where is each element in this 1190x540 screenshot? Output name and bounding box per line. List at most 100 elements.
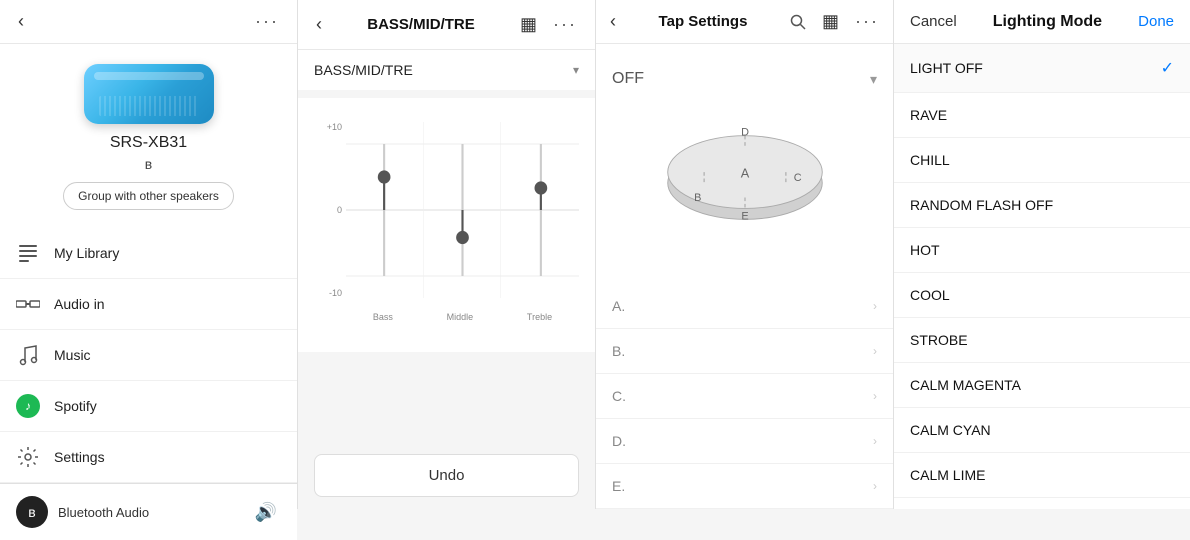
lighting-item-chill[interactable]: CHILL bbox=[894, 138, 1190, 183]
search-icon bbox=[790, 14, 806, 30]
tap-header: ‹ Tap Settings ▦ ··· bbox=[596, 0, 893, 44]
lighting-item-light-off-label: LIGHT OFF bbox=[910, 60, 983, 76]
eq-preset-label: BASS/MID/TRE bbox=[314, 62, 413, 78]
tap-search-button[interactable] bbox=[786, 7, 810, 36]
undo-button[interactable]: Undo bbox=[314, 454, 579, 497]
speaker-section: SRS-XB31 ʙ Group with other speakers bbox=[0, 44, 297, 220]
tap-zone-a-chevron-icon: › bbox=[873, 299, 877, 313]
settings-icon bbox=[16, 445, 40, 469]
main-panel: ‹ ··· SRS-XB31 ʙ Group with other speake… bbox=[0, 0, 298, 509]
eq-back-button[interactable]: ‹ bbox=[312, 10, 326, 39]
lighting-item-calm-cinnabar[interactable]: CALM CINNABAR bbox=[894, 498, 1190, 509]
cancel-button[interactable]: Cancel bbox=[910, 13, 957, 30]
lighting-item-strobe-label: STROBE bbox=[910, 332, 968, 348]
tap-zone-d-chevron-icon: › bbox=[873, 434, 877, 448]
selected-check-icon: ✓ bbox=[1161, 58, 1174, 78]
speaker-3d-diagram: A B C D E bbox=[645, 108, 845, 258]
svg-text:C: C bbox=[793, 172, 801, 184]
sidebar-item-audio-in[interactable]: Audio in bbox=[0, 279, 297, 330]
bluetooth-symbol: ʙ bbox=[145, 156, 152, 172]
sidebar-item-spotify[interactable]: Spotify bbox=[0, 381, 297, 432]
tap-zone-e-label: E. bbox=[612, 478, 625, 494]
tap-zones-list: A. › B. › C. › D. › E. › bbox=[596, 284, 893, 509]
tap-panel: ‹ Tap Settings ▦ ··· OFF ▾ bbox=[596, 0, 894, 509]
footer-left: ʙ Bluetooth Audio bbox=[16, 496, 149, 528]
lighting-item-chill-label: CHILL bbox=[910, 152, 950, 168]
tap-grid-button[interactable]: ▦ bbox=[818, 7, 843, 36]
main-header: ‹ ··· bbox=[0, 0, 297, 44]
lighting-item-calm-lime[interactable]: CALM LIME bbox=[894, 453, 1190, 498]
lighting-item-rave-label: RAVE bbox=[910, 107, 947, 123]
lighting-item-cool-label: COOL bbox=[910, 287, 950, 303]
eq-x-labels: Bass Middle Treble bbox=[346, 312, 579, 322]
tap-zone-d[interactable]: D. › bbox=[596, 419, 893, 464]
tap-zone-b[interactable]: B. › bbox=[596, 329, 893, 374]
lighting-item-hot[interactable]: HOT bbox=[894, 228, 1190, 273]
lighting-item-calm-magenta-label: CALM MAGENTA bbox=[910, 377, 1021, 393]
speaker-name: SRS-XB31 bbox=[110, 134, 187, 152]
tap-zone-c[interactable]: C. › bbox=[596, 374, 893, 419]
settings-label: Settings bbox=[54, 449, 105, 465]
tap-zone-d-label: D. bbox=[612, 433, 626, 449]
music-label: Music bbox=[54, 347, 91, 363]
audio-in-icon bbox=[16, 292, 40, 316]
lighting-item-strobe[interactable]: STROBE bbox=[894, 318, 1190, 363]
lighting-item-calm-lime-label: CALM LIME bbox=[910, 467, 985, 483]
lighting-item-calm-cyan-label: CALM CYAN bbox=[910, 422, 991, 438]
group-speakers-button[interactable]: Group with other speakers bbox=[63, 182, 234, 210]
main-footer: ʙ Bluetooth Audio 🔊 bbox=[0, 483, 297, 540]
eq-bass-label: Bass bbox=[373, 312, 393, 322]
volume-button[interactable]: 🔊 bbox=[251, 498, 281, 527]
tap-zone-b-chevron-icon: › bbox=[873, 344, 877, 358]
eq-more-button[interactable]: ··· bbox=[549, 10, 581, 39]
sidebar-item-settings[interactable]: Settings bbox=[0, 432, 297, 483]
lighting-item-calm-cyan[interactable]: CALM CYAN bbox=[894, 408, 1190, 453]
svg-text:A: A bbox=[740, 166, 749, 181]
eq-preset-row[interactable]: BASS/MID/TRE ▾ bbox=[298, 50, 595, 90]
eq-preset-chevron-icon: ▾ bbox=[573, 63, 579, 77]
off-label: OFF bbox=[612, 70, 644, 88]
speaker-diagram-svg: A B C D E bbox=[645, 108, 845, 258]
eq-y-mid: 0 bbox=[314, 205, 342, 215]
lighting-title: Lighting Mode bbox=[993, 13, 1102, 31]
tap-zone-c-chevron-icon: › bbox=[873, 389, 877, 403]
eq-chart-svg bbox=[346, 122, 579, 298]
lighting-item-random-flash-off-label: RANDOM FLASH OFF bbox=[910, 197, 1053, 213]
tap-zone-a-label: A. bbox=[612, 298, 625, 314]
speaker-diagram-area: OFF ▾ A B C D E bbox=[596, 44, 893, 284]
tap-zone-e-chevron-icon: › bbox=[873, 479, 877, 493]
lighting-item-light-off[interactable]: LIGHT OFF ✓ bbox=[894, 44, 1190, 93]
done-button[interactable]: Done bbox=[1138, 13, 1174, 30]
eq-footer: Undo bbox=[298, 442, 595, 509]
eq-y-bot: -10 bbox=[314, 288, 342, 298]
back-button[interactable]: ‹ bbox=[14, 7, 28, 36]
lighting-item-cool[interactable]: COOL bbox=[894, 273, 1190, 318]
eq-header: ‹ BASS/MID/TRE ▦ ··· bbox=[298, 0, 595, 50]
music-icon bbox=[16, 343, 40, 367]
audio-in-label: Audio in bbox=[54, 296, 105, 312]
sidebar-item-music[interactable]: Music bbox=[0, 330, 297, 381]
lighting-item-random-flash-off[interactable]: RANDOM FLASH OFF bbox=[894, 183, 1190, 228]
tap-zone-e[interactable]: E. › bbox=[596, 464, 893, 509]
tap-zone-a[interactable]: A. › bbox=[596, 284, 893, 329]
tap-more-button[interactable]: ··· bbox=[851, 7, 883, 36]
svg-text:B: B bbox=[694, 192, 701, 204]
eq-y-labels: +10 0 -10 bbox=[314, 122, 342, 298]
lighting-item-rave[interactable]: RAVE bbox=[894, 93, 1190, 138]
bluetooth-circle-icon: ʙ bbox=[16, 496, 48, 528]
tap-zone-c-label: C. bbox=[612, 388, 626, 404]
tap-back-button[interactable]: ‹ bbox=[606, 7, 620, 36]
eq-chart-area: +10 0 -10 bbox=[298, 98, 595, 352]
eq-panel: ‹ BASS/MID/TRE ▦ ··· BASS/MID/TRE ▾ +10 … bbox=[298, 0, 596, 509]
eq-grid-button[interactable]: ▦ bbox=[516, 10, 541, 39]
tap-title: Tap Settings bbox=[626, 13, 780, 30]
off-select[interactable]: OFF ▾ bbox=[612, 60, 877, 98]
off-chevron-icon: ▾ bbox=[870, 71, 877, 88]
eq-mid-label: Middle bbox=[447, 312, 474, 322]
lighting-header: Cancel Lighting Mode Done bbox=[894, 0, 1190, 44]
sidebar-item-library[interactable]: My Library bbox=[0, 228, 297, 279]
svg-text:D: D bbox=[741, 127, 749, 139]
more-button[interactable]: ··· bbox=[251, 7, 283, 36]
svg-text:E: E bbox=[741, 210, 748, 222]
lighting-item-calm-magenta[interactable]: CALM MAGENTA bbox=[894, 363, 1190, 408]
